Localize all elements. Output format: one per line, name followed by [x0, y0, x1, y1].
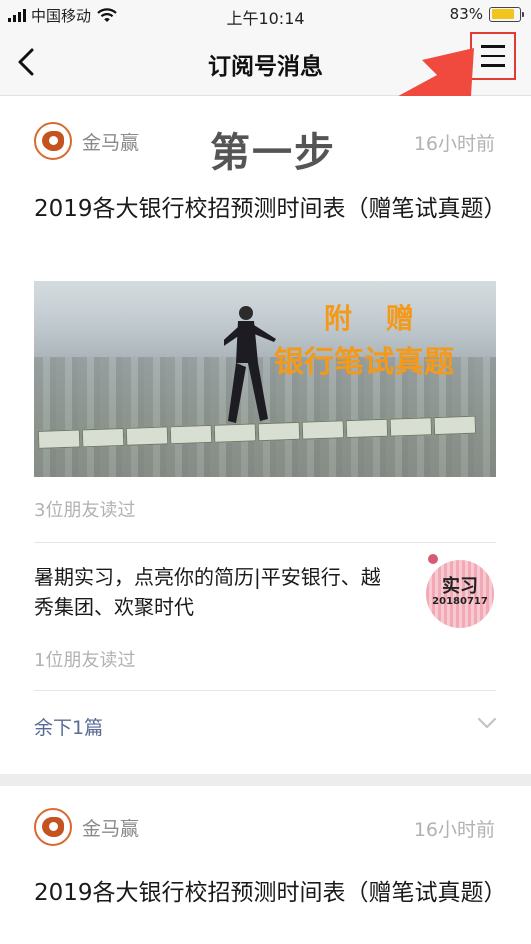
battery-percent: 83% — [449, 5, 483, 23]
friends-read-count: 3位朋友读过 — [34, 500, 136, 521]
remaining-articles-link[interactable]: 余下1篇 — [34, 713, 103, 740]
account-name: 金马赢 — [82, 131, 140, 154]
divider — [34, 542, 496, 543]
article-title[interactable]: 2019各大银行校招预测时间表（赠笔试真题） — [34, 876, 507, 910]
message-time: 16小时前 — [413, 133, 495, 155]
account-avatar — [34, 122, 72, 160]
hamburger-menu-icon — [481, 45, 505, 48]
thumbnail-date: 20180717 — [432, 596, 488, 607]
cover-caption-line1: 附 赠 — [324, 302, 426, 335]
battery-icon — [489, 6, 524, 22]
article-cover-image[interactable]: 附 赠 银行笔试真题 — [34, 281, 496, 477]
status-right: 83% — [449, 5, 524, 23]
battery-fill — [491, 9, 514, 19]
account-header[interactable]: 金马赢 — [34, 122, 139, 160]
sub-article-thumbnail[interactable]: 实习 20180717 — [422, 552, 498, 628]
message-time: 16小时前 — [413, 819, 495, 841]
step-annotation: 第一步 — [210, 130, 336, 176]
account-avatar — [34, 808, 72, 846]
status-bar: 中国移动 上午10:14 83% — [0, 0, 531, 30]
sub-article-title[interactable]: 暑期实习，点亮你的简历|平安银行、越秀集团、欢聚时代 — [34, 562, 394, 622]
sub-article-read-count: 1位朋友读过 — [34, 650, 136, 671]
account-name: 金马赢 — [82, 817, 140, 840]
article-title[interactable]: 2019各大银行校招预测时间表（赠笔试真题） — [34, 192, 507, 226]
message-card: 金马赢 第一步 16小时前 2019各大银行校招预测时间表（赠笔试真题） 附 赠… — [0, 96, 531, 774]
chevron-down-icon[interactable] — [476, 716, 498, 730]
thumbnail-label: 实习 — [442, 576, 478, 597]
message-card: 金马赢 16小时前 2019各大银行校招预测时间表（赠笔试真题） — [0, 786, 531, 944]
cover-caption-line2: 银行笔试真题 — [274, 345, 454, 380]
account-header[interactable]: 金马赢 — [34, 808, 139, 846]
divider — [34, 690, 496, 691]
